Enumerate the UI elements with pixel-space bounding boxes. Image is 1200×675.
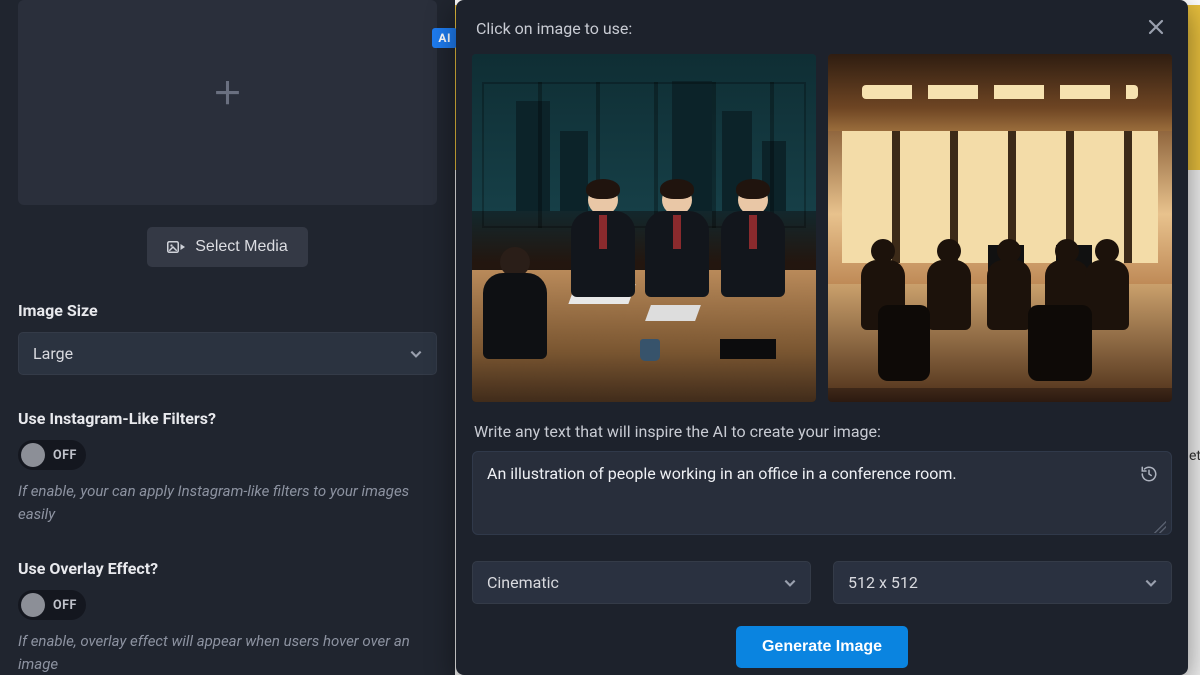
history-icon[interactable] <box>1140 465 1158 487</box>
filters-help: If enable, your can apply Instagram-like… <box>18 480 437 525</box>
ai-badge[interactable]: AI <box>432 28 457 48</box>
overlay-label: Use Overlay Effect? <box>18 559 437 578</box>
image-size-label: Image Size <box>18 301 437 320</box>
filters-block: Use Instagram-Like Filters? OFF If enabl… <box>18 409 437 525</box>
settings-panel: ＋ AI Select Media Image Size Large Use I… <box>0 0 455 675</box>
modal-title: Click on image to use: <box>476 19 632 38</box>
overlay-toggle[interactable]: OFF <box>18 590 86 620</box>
ai-image-modal: Click on image to use: <box>456 0 1188 675</box>
generate-image-button[interactable]: Generate Image <box>736 626 908 668</box>
toggle-knob <box>21 443 45 467</box>
results-row <box>472 54 1172 420</box>
overlay-block: Use Overlay Effect? OFF If enable, overl… <box>18 559 437 675</box>
media-icon <box>167 239 185 255</box>
image-size-block: Image Size Large <box>18 301 437 375</box>
plus-icon: ＋ <box>213 80 243 110</box>
media-dropzone[interactable]: ＋ <box>18 0 437 205</box>
filters-toggle-state: OFF <box>53 448 77 463</box>
result-image-1[interactable] <box>472 54 816 402</box>
prompt-textarea[interactable] <box>472 451 1172 535</box>
close-icon[interactable] <box>1144 12 1168 44</box>
select-media-label: Select Media <box>195 238 288 256</box>
result-image-2[interactable] <box>828 54 1172 402</box>
overlay-help: If enable, overlay effect will appear wh… <box>18 630 437 675</box>
toggle-knob <box>21 593 45 617</box>
filters-toggle[interactable]: OFF <box>18 440 86 470</box>
filters-label: Use Instagram-Like Filters? <box>18 409 437 428</box>
overlay-toggle-state: OFF <box>53 598 77 613</box>
style-select[interactable]: Cinematic <box>472 561 811 604</box>
prompt-label: Write any text that will inspire the AI … <box>474 422 1170 441</box>
image-size-select[interactable]: Large <box>18 332 437 375</box>
output-size-select[interactable]: 512 x 512 <box>833 561 1172 604</box>
select-media-button[interactable]: Select Media <box>147 227 308 267</box>
truncated-text: et <box>1189 448 1200 464</box>
